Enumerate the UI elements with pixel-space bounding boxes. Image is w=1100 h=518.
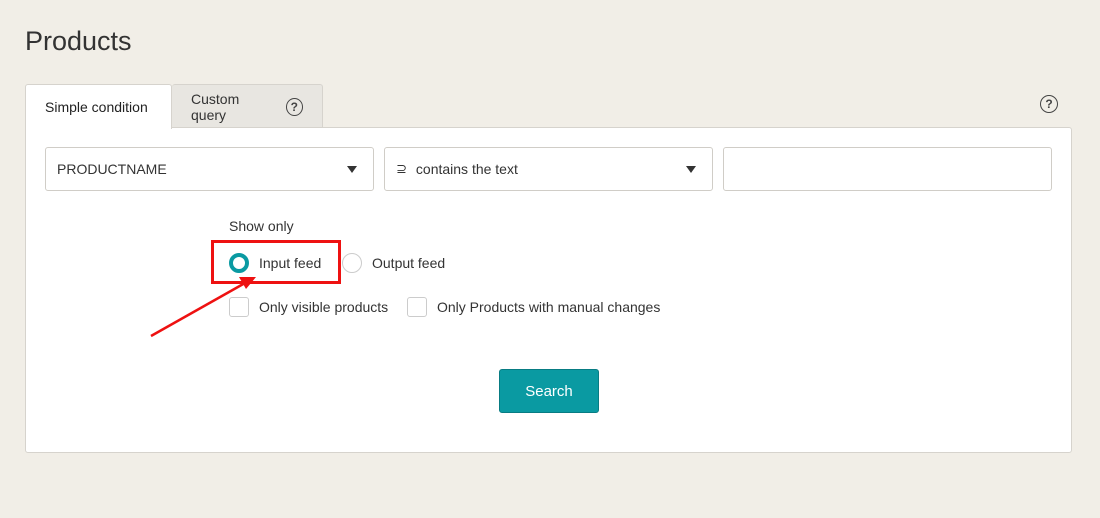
value-input[interactable] [723,147,1052,191]
help-icon[interactable]: ? [1040,95,1058,113]
radio-output-feed[interactable] [342,253,362,273]
field-select-value: PRODUCTNAME [57,161,167,177]
operator-select-value: contains the text [415,161,518,177]
page-title: Products [25,26,132,56]
tab-custom-query[interactable]: Custom query ? [172,84,323,128]
superset-icon: ⊇ [396,161,407,176]
chevron-down-icon [347,166,357,173]
tab-bar: Simple condition Custom query ? [25,84,323,129]
chevron-down-icon [686,166,696,173]
radio-output-feed-label[interactable]: Output feed [372,255,445,271]
radio-input-feed[interactable] [229,253,249,273]
checkbox-visible-products-label[interactable]: Only visible products [259,299,388,315]
field-select[interactable]: PRODUCTNAME [45,147,374,191]
radio-input-feed-label[interactable]: Input feed [259,255,321,271]
condition-panel: PRODUCTNAME ⊇ contains the text Show onl… [25,127,1072,453]
checkbox-visible-products[interactable] [229,297,249,317]
checkbox-manual-changes[interactable] [407,297,427,317]
show-only-label: Show only [229,218,294,234]
operator-select[interactable]: ⊇ contains the text [384,147,713,191]
tab-simple-condition[interactable]: Simple condition [25,84,172,129]
tab-custom-query-label: Custom query [191,90,240,123]
search-button[interactable]: Search [499,369,599,413]
checkbox-manual-changes-label[interactable]: Only Products with manual changes [437,299,660,315]
help-icon[interactable]: ? [285,97,303,116]
